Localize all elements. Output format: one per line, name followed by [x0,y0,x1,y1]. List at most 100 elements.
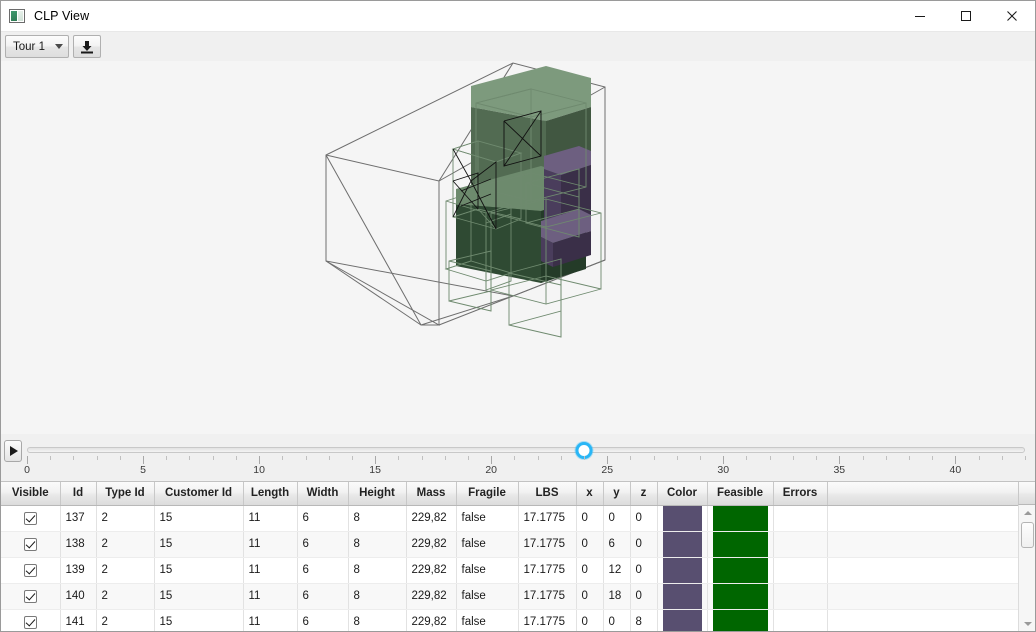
slider-tick-label: 0 [24,464,30,476]
cell-z: 0 [630,531,658,558]
column-header-length[interactable]: Length [243,482,298,506]
table-row[interactable]: 140 2 15 11 6 8 229,82 false 17.1775 0 18 0 [1,583,1020,610]
visible-checkbox[interactable] [23,511,37,525]
slider-tick [421,456,423,460]
scroll-up-icon [1023,510,1032,515]
cell-cust_id: 15 [154,609,244,631]
column-header-z[interactable]: z [630,482,658,506]
cell-visible[interactable] [1,531,61,558]
column-header-feasible[interactable]: Feasible [707,482,774,506]
cell-fragile: false [456,505,519,532]
cell-mass: 229,82 [406,609,457,631]
slider-tick [96,456,98,460]
timeline-slider[interactable]: 0 5 10 15 20 25 30 35 40 [24,440,1026,480]
column-header-cust_id[interactable]: Customer Id [154,482,244,506]
slider-tick [282,456,284,460]
slider-tick-label: 35 [833,464,846,476]
scrollbar-thumb[interactable] [1021,522,1034,548]
cell-color [657,609,708,631]
cell-length: 11 [243,609,298,631]
cell-errors [773,531,828,558]
cell-width: 6 [297,609,349,631]
cell-errors [773,609,828,631]
column-header-lbs[interactable]: LBS [518,482,577,506]
items-table[interactable]: Visible Id Type Id Customer Id Length Width He… [1,481,1035,631]
clp-view-window: CLP View Tour 1 0 5 10 15 20 25 30 35 40… [0,0,1036,632]
visible-checkbox[interactable] [23,563,37,577]
table-vertical-scrollbar[interactable] [1018,505,1035,631]
viewport-3d[interactable] [1,61,1035,434]
slider-tick [839,456,841,464]
column-header-errors[interactable]: Errors [773,482,828,506]
cell-height: 8 [348,531,407,558]
slider-tick [189,456,191,460]
table-header-row: Visible Id Type Id Customer Id Length Width He… [1,482,1020,506]
column-header-mass[interactable]: Mass [406,482,457,506]
minimize-button[interactable] [897,1,943,31]
slider-tick [885,456,887,460]
slider-tick-label: 5 [140,464,146,476]
slider-tick [305,456,307,460]
cell-visible[interactable] [1,557,61,584]
cell-filler [827,531,1020,558]
cell-visible[interactable] [1,505,61,532]
cell-height: 8 [348,583,407,610]
slider-tick-labels: 0 5 10 15 20 25 30 35 40 [24,464,1025,478]
feasible-swatch [712,583,768,608]
column-header-filler[interactable] [827,482,1020,506]
column-header-width[interactable]: Width [297,482,349,506]
cell-color [657,531,708,558]
cell-type_id: 2 [96,557,155,584]
cell-id: 139 [60,557,97,584]
close-button[interactable] [989,1,1035,31]
slider-tick [398,456,400,460]
cell-visible[interactable] [1,609,61,631]
cell-width: 6 [297,583,349,610]
slider-tick [700,456,702,460]
visible-checkbox[interactable] [23,615,37,629]
cell-x: 0 [576,505,604,532]
tour-select-value: Tour 1 [13,40,45,53]
cell-visible[interactable] [1,583,61,610]
export-button[interactable] [73,35,101,58]
column-header-y[interactable]: y [603,482,631,506]
slider-tick [1001,456,1003,460]
table-row[interactable]: 139 2 15 11 6 8 229,82 false 17.1775 0 12 0 [1,557,1020,584]
scroll-down-icon [1023,621,1032,626]
cell-length: 11 [243,583,298,610]
cell-height: 8 [348,557,407,584]
slider-track[interactable] [27,447,1025,453]
scroll-up-button[interactable] [1019,505,1035,520]
table-row[interactable]: 138 2 15 11 6 8 229,82 false 17.1775 0 6 0 [1,531,1020,558]
visible-checkbox[interactable] [23,537,37,551]
app-icon [9,9,25,23]
cell-height: 8 [348,609,407,631]
maximize-icon [961,11,971,21]
slider-tick [862,456,864,460]
title-bar: CLP View [1,1,1035,32]
cell-mass: 229,82 [406,557,457,584]
maximize-button[interactable] [943,1,989,31]
column-header-fragile[interactable]: Fragile [456,482,519,506]
column-header-id[interactable]: Id [60,482,97,506]
slider-tick [73,456,75,460]
cell-id: 137 [60,505,97,532]
slider-tick [955,456,957,464]
table-row[interactable]: 141 2 15 11 6 8 229,82 false 17.1775 0 0 8 [1,609,1020,631]
tour-select[interactable]: Tour 1 [5,35,69,58]
slider-tick-label: 20 [485,464,498,476]
column-header-height[interactable]: Height [348,482,407,506]
column-header-color[interactable]: Color [657,482,708,506]
table-row[interactable]: 137 2 15 11 6 8 229,82 false 17.1775 0 0 0 [1,505,1020,532]
slider-tick [119,456,121,460]
column-header-type_id[interactable]: Type Id [96,482,155,506]
slider-tick [514,456,516,460]
cell-length: 11 [243,531,298,558]
cell-mass: 229,82 [406,531,457,558]
play-button[interactable] [4,440,22,462]
column-header-x[interactable]: x [576,482,604,506]
cell-color [657,583,708,610]
visible-checkbox[interactable] [23,589,37,603]
scroll-down-button[interactable] [1019,616,1035,631]
column-header-visible[interactable]: Visible [1,482,61,506]
